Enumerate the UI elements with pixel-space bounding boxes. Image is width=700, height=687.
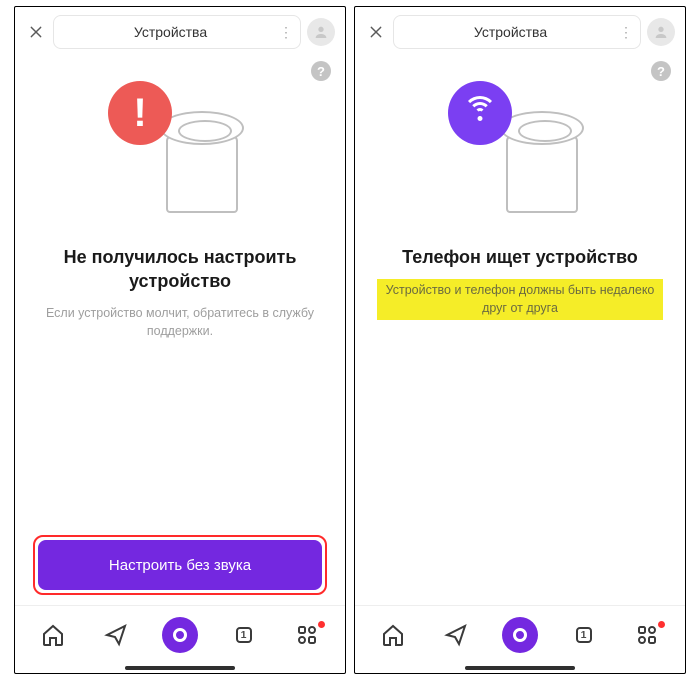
apps-grid-icon xyxy=(635,623,659,647)
tabs-count: 1 xyxy=(241,629,247,641)
notification-dot xyxy=(658,621,665,628)
home-icon xyxy=(381,623,405,647)
cta-wrap: Настроить без звука xyxy=(15,535,345,605)
heading: Не получилось настроить устройство xyxy=(37,245,323,294)
wifi-badge xyxy=(448,81,512,145)
nav-tabs[interactable]: 1 xyxy=(562,615,606,655)
content-area: ? ! Не получилось настроить устройство Е… xyxy=(15,55,345,535)
help-button[interactable]: ? xyxy=(311,61,331,81)
help-icon: ? xyxy=(317,64,325,79)
avatar[interactable] xyxy=(307,18,335,46)
nav-send[interactable] xyxy=(434,615,478,655)
subtext: Если устройство молчит, обратитесь в слу… xyxy=(37,304,323,340)
notification-dot xyxy=(318,621,325,628)
page-title-pill[interactable]: Устройства ⋮ xyxy=(393,15,641,49)
wifi-icon xyxy=(463,96,497,130)
paper-plane-icon xyxy=(104,623,128,647)
help-icon: ? xyxy=(657,64,665,79)
close-button[interactable] xyxy=(365,21,387,43)
content-area: ? Телефон ищет устройство Устройство и т… xyxy=(355,55,685,537)
home-icon xyxy=(41,623,65,647)
page-title: Устройства xyxy=(68,24,273,40)
nav-home[interactable] xyxy=(371,615,415,655)
phone-right: Устройства ⋮ ? Телефон ищет устройство xyxy=(354,6,686,674)
nav-alice[interactable] xyxy=(158,615,202,655)
exclamation-icon: ! xyxy=(133,93,146,133)
kebab-icon[interactable]: ⋮ xyxy=(273,24,292,41)
cta-highlight-outline: Настроить без звука xyxy=(33,535,327,595)
nav-home[interactable] xyxy=(31,615,75,655)
header: Устройства ⋮ xyxy=(355,7,685,55)
illustration xyxy=(420,81,620,221)
bottom-nav: 1 xyxy=(355,605,685,663)
apps-grid-icon xyxy=(295,623,319,647)
nav-alice[interactable] xyxy=(498,615,542,655)
close-icon xyxy=(368,24,384,40)
user-icon xyxy=(313,24,329,40)
avatar[interactable] xyxy=(647,18,675,46)
alice-icon xyxy=(162,617,198,653)
heading: Телефон ищет устройство xyxy=(402,245,638,269)
user-icon xyxy=(653,24,669,40)
station-device-icon xyxy=(160,105,250,217)
home-indicator xyxy=(355,663,685,673)
close-icon xyxy=(28,24,44,40)
setup-without-sound-button[interactable]: Настроить без звука xyxy=(38,540,322,590)
header: Устройства ⋮ xyxy=(15,7,345,55)
error-badge: ! xyxy=(108,81,172,145)
phone-left: Устройства ⋮ ? ! Не получилось настроить… xyxy=(14,6,346,674)
nav-apps[interactable] xyxy=(285,615,329,655)
alice-icon xyxy=(502,617,538,653)
paper-plane-icon xyxy=(444,623,468,647)
page-title-pill[interactable]: Устройства ⋮ xyxy=(53,15,301,49)
bottom-nav: 1 xyxy=(15,605,345,663)
subtext-highlighted: Устройство и телефон должны быть недалек… xyxy=(377,279,663,319)
help-button[interactable]: ? xyxy=(651,61,671,81)
close-button[interactable] xyxy=(25,21,47,43)
kebab-icon[interactable]: ⋮ xyxy=(613,24,632,41)
illustration: ! xyxy=(80,81,280,221)
nav-tabs[interactable]: 1 xyxy=(222,615,266,655)
nav-send[interactable] xyxy=(94,615,138,655)
nav-apps[interactable] xyxy=(625,615,669,655)
tabs-count: 1 xyxy=(581,629,587,641)
page-title: Устройства xyxy=(408,24,613,40)
station-device-icon xyxy=(500,105,590,217)
home-indicator xyxy=(15,663,345,673)
